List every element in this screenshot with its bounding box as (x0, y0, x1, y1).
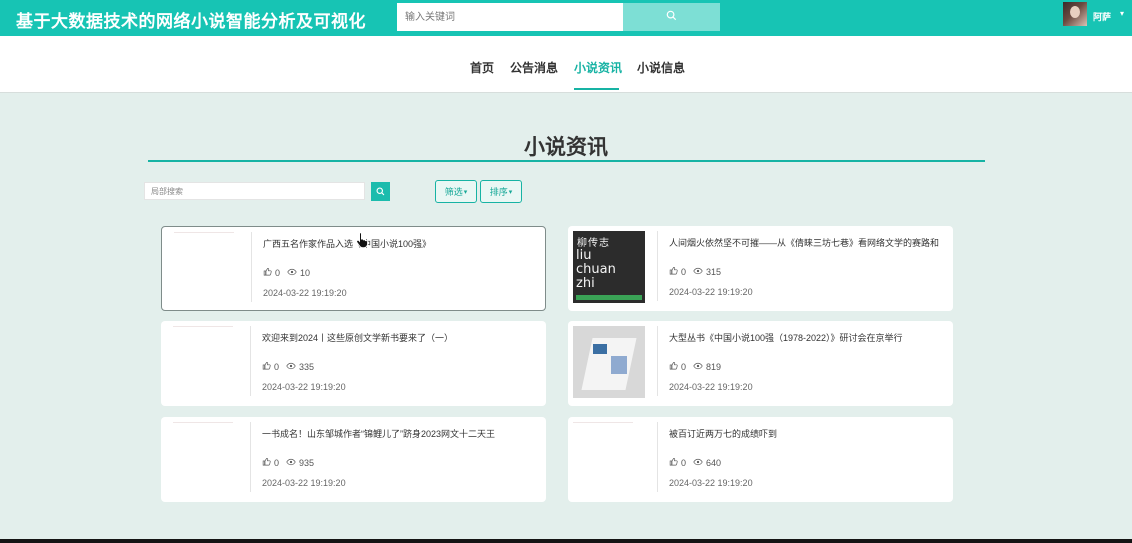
card-divider (251, 232, 252, 302)
main-nav: 首页 公告消息 小说资讯 小说信息 (0, 36, 1132, 93)
news-thumbnail (173, 326, 245, 398)
page-title: 小说资讯 (524, 136, 608, 159)
news-stats: 0 10 (263, 267, 317, 278)
news-title[interactable]: 欢迎来到2024丨这些原创文学新书要来了（一） (262, 331, 544, 344)
news-title[interactable]: 大型丛书《中国小说100强（1978-2022）》研讨会在京举行 (669, 331, 951, 344)
card-divider (250, 422, 251, 492)
title-divider (148, 160, 985, 162)
view-count: 640 (706, 457, 722, 468)
search-button[interactable] (623, 3, 720, 31)
news-title[interactable]: 广西五名作家作品入选《中国小说100强》 (263, 237, 545, 250)
news-stats: 0 335 (262, 361, 321, 372)
like-count: 0 (274, 457, 280, 468)
card-divider (250, 326, 251, 396)
like-count: 0 (681, 457, 687, 468)
thumbs-up-icon[interactable] (669, 457, 681, 468)
book-cover-band (576, 295, 642, 300)
like-count: 0 (274, 361, 280, 372)
eye-icon (693, 362, 706, 372)
local-search-button[interactable] (371, 182, 390, 201)
chevron-down-icon[interactable]: ▾ (1120, 9, 1124, 18)
thumbs-up-icon[interactable] (262, 457, 274, 468)
username[interactable]: 阿萨 (1093, 10, 1111, 23)
news-title[interactable]: 一书成名！山东邹城作者“锦鲤儿了”跻身2023网文十二天王 (262, 427, 544, 440)
like-count: 0 (681, 361, 687, 372)
chevron-down-icon: ▾ (463, 188, 468, 196)
nav-item-home[interactable]: 首页 (470, 59, 494, 76)
nav-item-announcements[interactable]: 公告消息 (510, 59, 558, 76)
news-card[interactable]: 欢迎来到2024丨这些原创文学新书要来了（一） 0 335 2024-03-22… (161, 321, 546, 406)
news-thumbnail (174, 232, 246, 304)
nav-active-indicator (574, 88, 619, 90)
like-count: 0 (681, 266, 687, 277)
eye-icon (286, 362, 299, 372)
news-card[interactable]: 柳传志 liu chuan zhi 人间烟火依然坚不可摧——从《倩睐三坊七巷》看网络… (568, 226, 953, 311)
eye-icon (287, 268, 300, 278)
news-stats: 0 819 (669, 361, 728, 372)
book-cover-image: 柳传志 liu chuan zhi (573, 231, 645, 303)
news-stats: 0 315 (669, 266, 728, 277)
view-count: 315 (706, 266, 722, 277)
view-count: 935 (299, 457, 315, 468)
view-count: 335 (299, 361, 315, 372)
filter-label: 筛选 (444, 187, 463, 197)
search-icon (666, 8, 677, 26)
news-card[interactable]: 一书成名！山东邹城作者“锦鲤儿了”跻身2023网文十二天王 0 935 2024… (161, 417, 546, 502)
thumbs-up-icon[interactable] (263, 267, 275, 278)
site-title: 基于大数据技术的网络小说智能分析及可视化 (16, 12, 366, 31)
hand-pointer-icon (356, 231, 370, 249)
book-cover-subtitle: liu chuan zhi (576, 248, 616, 291)
filter-dropdown[interactable]: 筛选 ▾ (435, 180, 477, 203)
eye-icon (693, 458, 706, 468)
news-card[interactable]: 大型丛书《中国小说100强（1978-2022）》研讨会在京举行 0 819 2… (568, 321, 953, 406)
search-input[interactable] (397, 3, 623, 31)
news-date: 2024-03-22 19:19:20 (262, 478, 346, 488)
view-count: 10 (300, 267, 311, 278)
like-count: 0 (275, 267, 281, 278)
news-date: 2024-03-22 19:19:20 (262, 382, 346, 392)
avatar[interactable] (1063, 2, 1087, 26)
magazine-image (573, 326, 645, 398)
news-date: 2024-03-22 19:19:20 (669, 478, 753, 488)
news-title[interactable]: 人间烟火依然坚不可摧——从《倩睐三坊七巷》看网络文学的赛路和 (669, 236, 951, 249)
nav-item-novel-news[interactable]: 小说资讯 (574, 59, 622, 76)
search-icon (376, 183, 385, 201)
eye-icon (693, 267, 706, 277)
sort-dropdown[interactable]: 排序 ▾ (480, 180, 522, 203)
taskbar-edge (0, 539, 1132, 543)
news-stats: 0 640 (669, 457, 728, 468)
chevron-down-icon: ▾ (508, 188, 513, 196)
eye-icon (286, 458, 299, 468)
sort-label: 排序 (489, 187, 508, 197)
thumbs-up-icon[interactable] (669, 361, 681, 372)
news-thumbnail (573, 422, 645, 494)
news-stats: 0 935 (262, 457, 321, 468)
view-count: 819 (706, 361, 722, 372)
news-date: 2024-03-22 19:19:20 (669, 382, 753, 392)
card-divider (657, 231, 658, 301)
thumbs-up-icon[interactable] (262, 361, 274, 372)
card-divider (657, 326, 658, 396)
news-thumbnail (173, 422, 245, 494)
news-title[interactable]: 被百订近两万七的成绩吓到 (669, 427, 951, 440)
news-date: 2024-03-22 19:19:20 (669, 287, 753, 297)
news-card[interactable]: 广西五名作家作品入选《中国小说100强》 0 10 2024-03-22 19:… (161, 226, 546, 311)
news-card[interactable]: 被百订近两万七的成绩吓到 0 640 2024-03-22 19:19:20 (568, 417, 953, 502)
book-cover-title: 柳传志 (577, 238, 610, 249)
nav-item-novel-info[interactable]: 小说信息 (637, 59, 685, 76)
top-bar: 基于大数据技术的网络小说智能分析及可视化 阿萨 ▾ (0, 0, 1132, 36)
thumbs-up-icon[interactable] (669, 266, 681, 277)
news-date: 2024-03-22 19:19:20 (263, 288, 347, 298)
card-divider (657, 422, 658, 492)
local-search-input[interactable] (144, 182, 365, 200)
